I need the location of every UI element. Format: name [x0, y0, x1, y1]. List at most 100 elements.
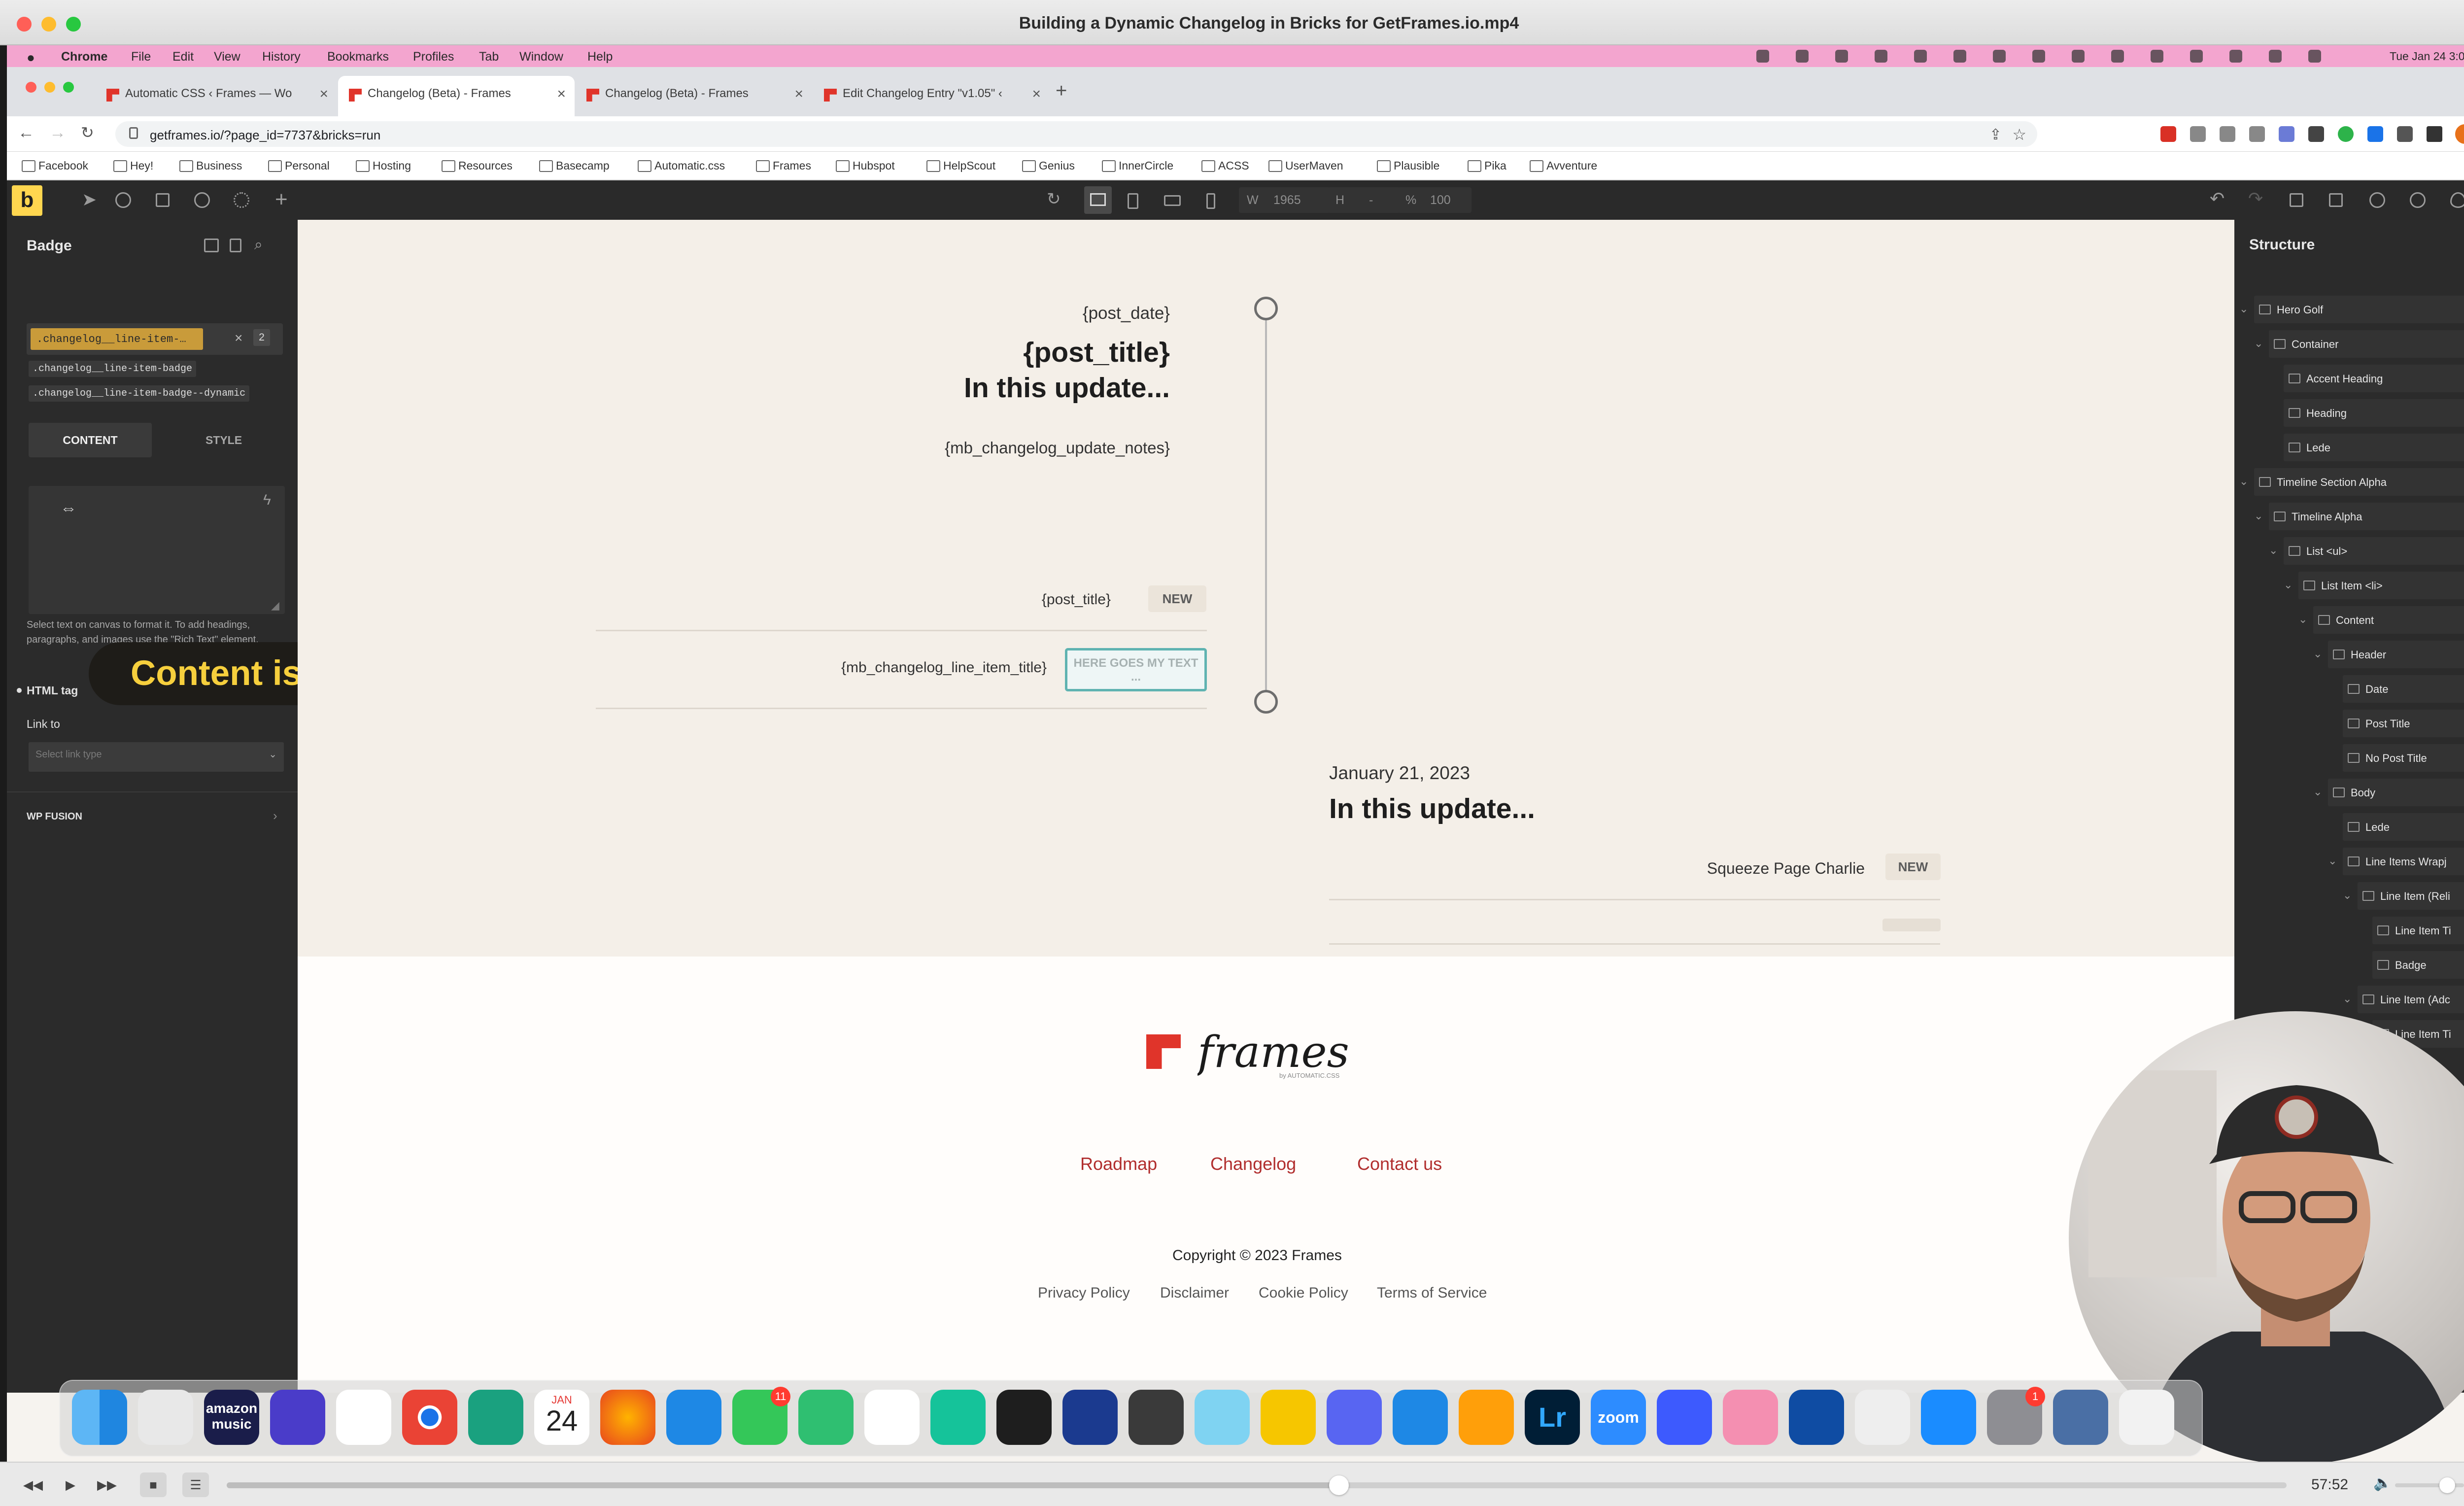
- structure-item[interactable]: ⌄ Timeline Section Alpha: [2239, 468, 2464, 496]
- structure-item[interactable]: ⌄ Line Items Wrapj: [2328, 848, 2464, 875]
- lightroom-icon[interactable]: Lr: [1525, 1390, 1580, 1445]
- app-icon[interactable]: [2119, 1390, 2174, 1445]
- structure-item[interactable]: No Post Title: [2343, 744, 2464, 772]
- active-class-chip[interactable]: .changelog__line-item-…: [31, 328, 203, 350]
- chevron-down-icon[interactable]: ⌄: [2313, 648, 2322, 660]
- tab-changelog[interactable]: Changelog (Beta) - Frames ×: [576, 76, 812, 116]
- selected-badge[interactable]: HERE GOES MY TEXT ...: [1065, 648, 1207, 691]
- class-option[interactable]: .changelog__line-item-badge: [29, 361, 197, 377]
- entry-date[interactable]: January 21, 2023: [1329, 763, 1470, 784]
- volume-slider[interactable]: [2395, 1477, 2464, 1493]
- 1password-icon[interactable]: [1789, 1390, 1844, 1445]
- structure-item[interactable]: Line Item Ti: [2372, 917, 2464, 944]
- chrome-icon[interactable]: [402, 1390, 457, 1445]
- extensions-puzzle-icon[interactable]: [2397, 126, 2413, 142]
- structure-item[interactable]: ⌄ Header: [2313, 641, 2464, 668]
- fast-forward-button[interactable]: ▶▶: [94, 1472, 120, 1497]
- pages-icon[interactable]: [1459, 1390, 1514, 1445]
- chevron-down-icon[interactable]: ⌄: [2343, 993, 2352, 1005]
- app-icon[interactable]: [1657, 1390, 1712, 1445]
- extension-icon[interactable]: [2249, 126, 2265, 142]
- tab-automatic-css[interactable]: Automatic CSS ‹ Frames — Wo ×: [96, 76, 337, 116]
- chevron-down-icon[interactable]: ⌄: [2254, 337, 2263, 350]
- height-input[interactable]: H -: [1328, 187, 1402, 213]
- launchpad-icon[interactable]: [138, 1390, 193, 1445]
- legal-link-disclaimer[interactable]: Disclaimer: [1160, 1285, 1229, 1301]
- app-icon[interactable]: [1195, 1390, 1250, 1445]
- bookmark-hosting[interactable]: Hosting: [356, 159, 411, 172]
- bookmark-avventure[interactable]: Avventure: [1530, 159, 1597, 172]
- chevron-down-icon[interactable]: ⌄: [2254, 510, 2263, 522]
- status-icon[interactable]: [1914, 50, 1927, 63]
- address-bar[interactable]: getframes.io/?page_id=7737&bricks=run ⇪ …: [115, 121, 2037, 147]
- link-type-select[interactable]: Select link type ⌄: [29, 742, 284, 772]
- breakpoint-desktop-button[interactable]: [1084, 186, 1112, 214]
- bookmark-pika[interactable]: Pika: [1468, 159, 1506, 172]
- chevron-down-icon[interactable]: ⌄: [2269, 544, 2278, 557]
- pages-icon[interactable]: [156, 193, 170, 207]
- structure-toggle-icon[interactable]: [2290, 193, 2303, 207]
- apple-icon[interactable]: ●: [27, 50, 35, 66]
- volume-knob[interactable]: [2439, 1477, 2455, 1493]
- live-app-icon[interactable]: [1062, 1390, 1118, 1445]
- close-tab-icon[interactable]: ×: [1032, 86, 1041, 103]
- app-icon[interactable]: [1855, 1390, 1910, 1445]
- bricks-logo[interactable]: b: [12, 185, 42, 216]
- select-cursor-icon[interactable]: ➤: [82, 189, 97, 210]
- power-icon[interactable]: [2369, 192, 2385, 208]
- app-icon[interactable]: [798, 1390, 854, 1445]
- chevron-right-icon[interactable]: ›: [273, 808, 277, 823]
- history-icon[interactable]: [194, 192, 210, 208]
- share-icon[interactable]: ⇪: [1989, 126, 2002, 143]
- status-icon[interactable]: [1993, 50, 2006, 63]
- screen-icon[interactable]: [2053, 1390, 2108, 1445]
- firefox-icon[interactable]: [600, 1390, 655, 1445]
- line-item-title[interactable]: Squeeze Page Charlie: [1707, 859, 1865, 878]
- chevron-down-icon[interactable]: ⌄: [2284, 579, 2293, 591]
- chevron-down-icon[interactable]: ⌄: [2239, 475, 2248, 488]
- discord-icon[interactable]: [1327, 1390, 1382, 1445]
- structure-item[interactable]: Post Title: [2343, 710, 2464, 737]
- tablet-landscape-icon[interactable]: [1164, 195, 1181, 206]
- keynote-icon[interactable]: [1393, 1390, 1448, 1445]
- bookmark-automatic-css[interactable]: Automatic.css: [638, 159, 725, 172]
- paste-icon[interactable]: [230, 239, 241, 252]
- browser-minimize-button[interactable]: [44, 82, 55, 93]
- help-icon[interactable]: [115, 192, 131, 208]
- bookmark-basecamp[interactable]: Basecamp: [539, 159, 610, 172]
- amazon-music-icon[interactable]: amazon music: [204, 1390, 259, 1445]
- menu-help[interactable]: Help: [587, 50, 613, 64]
- sidebar-icon[interactable]: [2427, 126, 2442, 142]
- tab-style[interactable]: STYLE: [174, 423, 273, 457]
- footer-link-contact[interactable]: Contact us: [1357, 1154, 1442, 1174]
- zoom-input[interactable]: % 100: [1398, 187, 1472, 213]
- forklift-icon[interactable]: [1261, 1390, 1316, 1445]
- hand-app-icon[interactable]: [270, 1390, 325, 1445]
- mobile-icon[interactable]: [1206, 193, 1215, 209]
- wp-fusion-section[interactable]: WP FUSION: [27, 811, 82, 822]
- chevron-down-icon[interactable]: ⌄: [2298, 613, 2307, 626]
- footer-link-changelog[interactable]: Changelog: [1210, 1154, 1296, 1174]
- structure-item[interactable]: ⌄ List <ul>: [2269, 537, 2464, 565]
- chevron-down-icon[interactable]: ⌄: [2343, 889, 2352, 902]
- menu-bookmarks[interactable]: Bookmarks: [327, 50, 389, 64]
- footer-link-roadmap[interactable]: Roadmap: [1080, 1154, 1157, 1174]
- extension-icon[interactable]: [2338, 126, 2354, 142]
- reload-icon[interactable]: ↻: [81, 123, 94, 142]
- bookmark-innercircle[interactable]: InnerCircle: [1102, 159, 1173, 172]
- vscode-icon[interactable]: [864, 1390, 920, 1445]
- menu-clock[interactable]: Tue Jan 24 3:02 PM: [2390, 50, 2464, 63]
- menu-profiles[interactable]: Profiles: [413, 50, 454, 64]
- volume-low-icon[interactable]: 🔈: [2373, 1474, 2392, 1492]
- entry-subtitle[interactable]: In this update...: [1329, 792, 1535, 825]
- bookmark-personal[interactable]: Personal: [268, 159, 330, 172]
- structure-item[interactable]: Badge: [2372, 951, 2464, 979]
- copy-icon[interactable]: [204, 239, 219, 252]
- bookmark-helpscout[interactable]: HelpScout: [926, 159, 995, 172]
- figma-icon[interactable]: [996, 1390, 1052, 1445]
- search-icon[interactable]: [2269, 50, 2282, 63]
- settings-gear-icon[interactable]: [234, 192, 249, 208]
- structure-item[interactable]: ⌄ Timeline Alpha: [2254, 503, 2464, 530]
- progress-knob[interactable]: [1329, 1475, 1349, 1495]
- profile-avatar[interactable]: [2455, 124, 2464, 144]
